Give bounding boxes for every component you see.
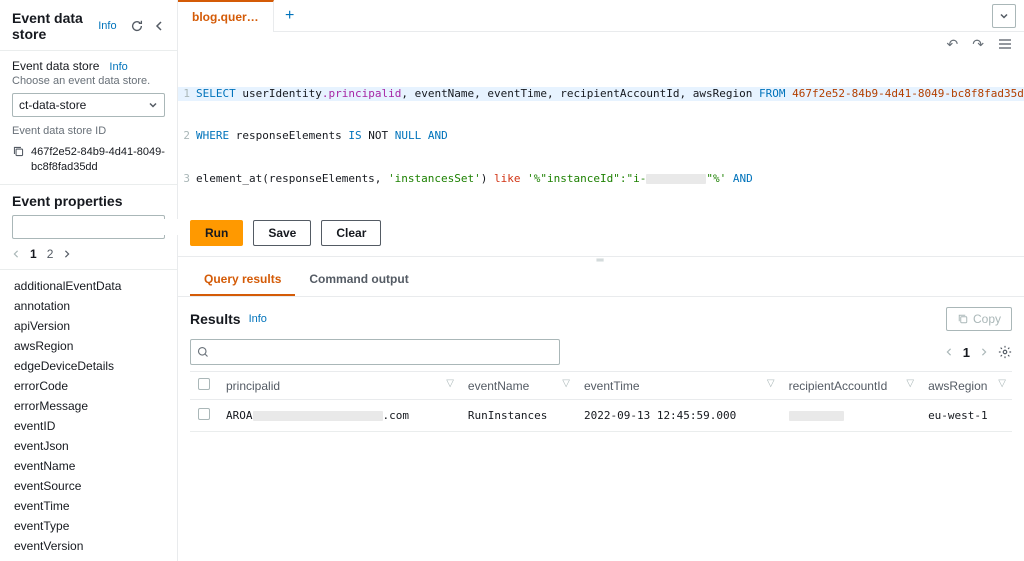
property-item[interactable]: eventJson <box>0 436 177 456</box>
editor-toolbar: ↶ ↷ <box>178 32 1024 56</box>
prev-page[interactable] <box>945 347 953 357</box>
col-header: awsRegion▽ <box>920 372 1012 400</box>
properties-list[interactable]: additionalEventDataannotationapiVersiona… <box>0 269 177 561</box>
property-item[interactable]: eventSource <box>0 476 177 496</box>
query-buttons: Run Save Clear <box>178 212 1024 256</box>
next-page[interactable] <box>980 347 988 357</box>
sql-editor[interactable]: 1SELECT userIdentity.principalid, eventN… <box>178 56 1024 212</box>
col-header: recipientAccountId▽ <box>781 372 920 400</box>
property-item[interactable]: eventType <box>0 516 177 536</box>
row-checkbox[interactable] <box>198 408 210 420</box>
tab-command-output[interactable]: Command output <box>295 264 422 296</box>
gear-icon[interactable] <box>998 345 1012 359</box>
sort-icon[interactable]: ▽ <box>906 378 914 389</box>
undo-icon[interactable]: ↶ <box>947 36 959 53</box>
properties-pager: 1 2 <box>12 247 165 261</box>
data-store-selected: ct-data-store <box>19 98 86 112</box>
next-page[interactable] <box>63 249 71 259</box>
chevron-down-icon <box>148 100 158 110</box>
save-button[interactable]: Save <box>253 220 311 246</box>
property-item[interactable]: eventName <box>0 456 177 476</box>
properties-search[interactable] <box>12 215 165 239</box>
tab-label: blog.quer… <box>192 10 259 24</box>
page-current: 1 <box>30 247 37 261</box>
col-header: eventName▽ <box>460 372 576 400</box>
page-2[interactable]: 2 <box>47 247 54 261</box>
table-row[interactable]: AROA.com RunInstances 2022-09-13 12:45:5… <box>190 400 1012 432</box>
info-link[interactable]: Info <box>109 61 127 73</box>
property-item[interactable]: eventID <box>0 416 177 436</box>
property-item[interactable]: apiVersion <box>0 316 177 336</box>
properties-search-input[interactable] <box>23 219 182 235</box>
main: blog.quer… + ↶ ↷ 1SELECT userIdentity.pr… <box>178 0 1024 561</box>
data-store-label: Event data store <box>12 59 99 73</box>
property-item[interactable]: insightDetails <box>0 556 177 561</box>
info-link[interactable]: Info <box>98 20 116 32</box>
results-search[interactable] <box>190 339 560 365</box>
results-pager: 1 <box>945 345 1012 360</box>
copy-icon <box>957 313 969 325</box>
copy-button[interactable]: Copy <box>946 307 1012 331</box>
info-link[interactable]: Info <box>249 313 267 325</box>
select-all-checkbox[interactable] <box>198 378 210 390</box>
sort-icon[interactable]: ▽ <box>767 378 775 389</box>
page-current: 1 <box>963 345 970 360</box>
property-item[interactable]: awsRegion <box>0 336 177 356</box>
sort-icon[interactable]: ▽ <box>562 378 570 389</box>
results-tabs: Query results Command output <box>178 264 1024 297</box>
tab-add[interactable]: + <box>274 0 306 32</box>
results-table: principalid▽ eventName▽ eventTime▽ recip… <box>190 371 1012 432</box>
search-icon <box>197 346 209 358</box>
property-item[interactable]: additionalEventData <box>0 276 177 296</box>
copy-icon[interactable] <box>12 145 25 158</box>
refresh-icon[interactable] <box>129 15 145 37</box>
store-id-label: Event data store ID <box>12 125 165 137</box>
sort-icon[interactable]: ▽ <box>446 378 454 389</box>
sidebar: Event data store Info Event data store I… <box>0 0 178 561</box>
redo-icon[interactable]: ↷ <box>972 36 984 53</box>
prev-page[interactable] <box>12 249 20 259</box>
property-item[interactable]: annotation <box>0 296 177 316</box>
property-item[interactable]: edgeDeviceDetails <box>0 356 177 376</box>
property-item[interactable]: eventVersion <box>0 536 177 556</box>
properties-title: Event properties <box>12 193 165 215</box>
properties-section: Event properties 1 2 <box>0 184 177 269</box>
sidebar-header: Event data store Info <box>0 0 177 50</box>
run-button[interactable]: Run <box>190 220 243 246</box>
data-store-section: Event data store Info Choose an event da… <box>0 50 177 184</box>
tab-dropdown[interactable] <box>992 4 1016 28</box>
col-header: eventTime▽ <box>576 372 781 400</box>
settings-bars-icon[interactable] <box>998 38 1012 50</box>
tab-query[interactable]: blog.quer… <box>178 0 274 32</box>
property-item[interactable]: errorCode <box>0 376 177 396</box>
sort-icon[interactable]: ▽ <box>998 378 1006 389</box>
data-store-sublabel: Choose an event data store. <box>12 75 165 87</box>
results-search-input[interactable] <box>213 344 553 360</box>
store-id: 467f2e52-84b9-4d41-8049-bc8f8fad35dd <box>31 145 165 176</box>
clear-button[interactable]: Clear <box>321 220 381 246</box>
sidebar-title: Event data store <box>12 10 92 42</box>
data-store-select[interactable]: ct-data-store <box>12 93 165 117</box>
tab-query-results[interactable]: Query results <box>190 264 295 296</box>
col-header: principalid▽ <box>218 372 460 400</box>
property-item[interactable]: errorMessage <box>0 396 177 416</box>
results-title: Results <box>190 311 241 327</box>
collapse-sidebar-icon[interactable] <box>151 15 167 37</box>
editor-tabbar: blog.quer… + <box>178 0 1024 32</box>
resize-handle[interactable]: ═ <box>178 256 1024 264</box>
property-item[interactable]: eventTime <box>0 496 177 516</box>
store-id-row: 467f2e52-84b9-4d41-8049-bc8f8fad35dd <box>12 145 165 176</box>
results-panel: Results Info Copy 1 <box>178 297 1024 561</box>
